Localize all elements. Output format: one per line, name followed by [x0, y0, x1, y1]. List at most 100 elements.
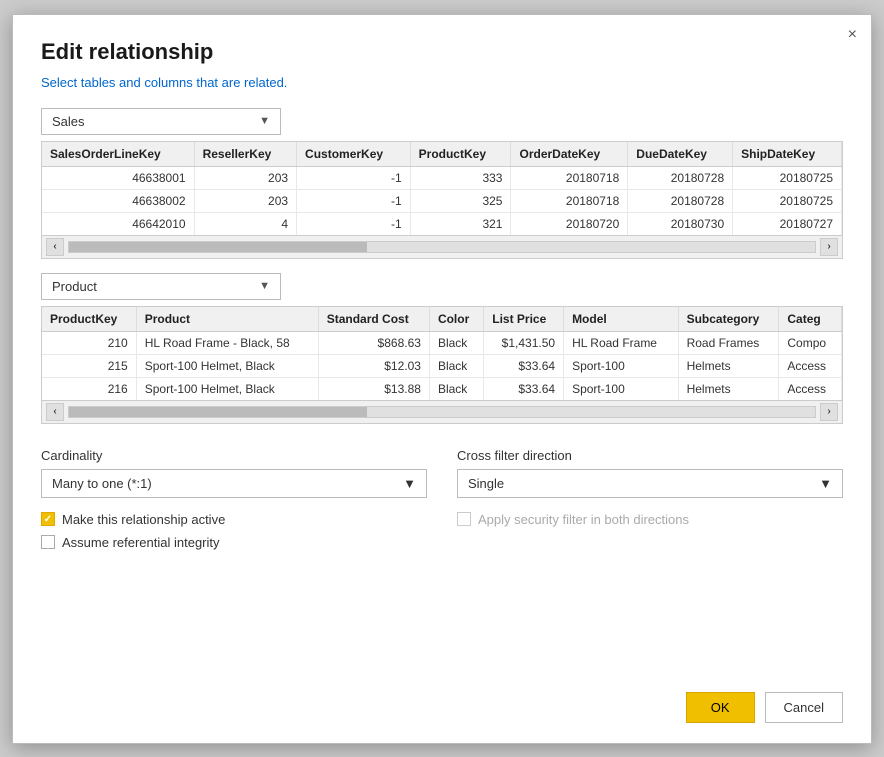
integrity-checkbox-row[interactable]: Assume referential integrity: [41, 535, 427, 550]
cell: 4: [194, 212, 296, 235]
cell: 210: [42, 331, 136, 354]
cell: 216: [42, 377, 136, 400]
table2-dropdown-value: Product: [52, 279, 97, 294]
cross-filter-value: Single: [468, 476, 504, 491]
cross-filter-group: Cross filter direction Single ▼: [457, 448, 843, 498]
table2-scroll-track[interactable]: [68, 406, 816, 418]
cell: Helmets: [678, 354, 779, 377]
table-row: 46638001 203 -1 333 20180718 20180728 20…: [42, 166, 842, 189]
cell: 20180727: [733, 212, 842, 235]
cell: $13.88: [318, 377, 429, 400]
cardinality-label: Cardinality: [41, 448, 427, 463]
table1-col-customerkey: CustomerKey: [297, 142, 411, 167]
cell: Road Frames: [678, 331, 779, 354]
cell: 46642010: [42, 212, 194, 235]
security-checkbox-label: Apply security filter in both directions: [478, 512, 689, 527]
cell: 20180728: [628, 166, 733, 189]
cardinality-dropdown[interactable]: Many to one (*:1) ▼: [41, 469, 427, 498]
table1-scroll-right[interactable]: ›: [820, 238, 838, 256]
cell: 203: [194, 189, 296, 212]
active-checkbox-row[interactable]: Make this relationship active: [41, 512, 427, 527]
cell: Helmets: [678, 377, 779, 400]
cell: 20180718: [511, 166, 628, 189]
cardinality-value: Many to one (*:1): [52, 476, 152, 491]
table2: ProductKey Product Standard Cost Color L…: [42, 307, 842, 400]
table2-col-subcategory: Subcategory: [678, 307, 779, 332]
cardinality-group: Cardinality Many to one (*:1) ▼: [41, 448, 427, 498]
active-checkbox[interactable]: [41, 512, 55, 526]
table1-scrollbar: ‹ ›: [42, 235, 842, 258]
table2-col-product: Product: [136, 307, 318, 332]
table-row: 46638002 203 -1 325 20180718 20180728 20…: [42, 189, 842, 212]
cell: Black: [429, 354, 483, 377]
cross-filter-label: Cross filter direction: [457, 448, 843, 463]
table2-col-model: Model: [564, 307, 679, 332]
table1-dropdown[interactable]: Sales ▼: [41, 108, 281, 135]
edit-relationship-dialog: × Edit relationship Select tables and co…: [12, 14, 872, 744]
table-row: 215 Sport-100 Helmet, Black $12.03 Black…: [42, 354, 842, 377]
table2-dropdown[interactable]: Product ▼: [41, 273, 281, 300]
left-checkboxes: Make this relationship active Assume ref…: [41, 512, 427, 558]
buttons-row: OK Cancel: [41, 676, 843, 723]
cell: 321: [410, 212, 511, 235]
ok-button[interactable]: OK: [686, 692, 755, 723]
cell: HL Road Frame: [564, 331, 679, 354]
table2-col-standardcost: Standard Cost: [318, 307, 429, 332]
integrity-checkbox-label: Assume referential integrity: [62, 535, 220, 550]
dialog-title: Edit relationship: [41, 39, 843, 65]
cell: Sport-100 Helmet, Black: [136, 354, 318, 377]
cell: Black: [429, 377, 483, 400]
table2-header-row: ProductKey Product Standard Cost Color L…: [42, 307, 842, 332]
table2-col-listprice: List Price: [484, 307, 564, 332]
table2-col-category: Categ: [779, 307, 842, 332]
cell: $12.03: [318, 354, 429, 377]
cell: 20180725: [733, 166, 842, 189]
table-row: 210 HL Road Frame - Black, 58 $868.63 Bl…: [42, 331, 842, 354]
dialog-subtitle: Select tables and columns that are relat…: [41, 75, 843, 90]
table1: SalesOrderLineKey ResellerKey CustomerKe…: [42, 142, 842, 235]
cell: 20180728: [628, 189, 733, 212]
table2-section: Product ▼ ProductKey Product Standard Co…: [41, 273, 843, 424]
table2-wrapper: ProductKey Product Standard Cost Color L…: [41, 306, 843, 424]
cell: 20180718: [511, 189, 628, 212]
options-row: Cardinality Many to one (*:1) ▼ Cross fi…: [41, 448, 843, 498]
table1-col-shipdatekey: ShipDateKey: [733, 142, 842, 167]
table-row: 46642010 4 -1 321 20180720 20180730 2018…: [42, 212, 842, 235]
cell: Compo: [779, 331, 842, 354]
close-button[interactable]: ×: [848, 27, 857, 43]
cancel-button[interactable]: Cancel: [765, 692, 843, 723]
table1-col-orderdatekey: OrderDateKey: [511, 142, 628, 167]
cell: HL Road Frame - Black, 58: [136, 331, 318, 354]
table2-dropdown-arrow: ▼: [259, 280, 270, 292]
integrity-checkbox[interactable]: [41, 535, 55, 549]
cell: Sport-100: [564, 354, 679, 377]
table1-scroll-thumb: [69, 242, 367, 252]
table1-col-duedatekey: DueDateKey: [628, 142, 733, 167]
cell: 20180725: [733, 189, 842, 212]
cell: 46638002: [42, 189, 194, 212]
table1-section: Sales ▼ SalesOrderLineKey ResellerKey Cu…: [41, 108, 843, 259]
cell: 203: [194, 166, 296, 189]
security-checkbox[interactable]: [457, 512, 471, 526]
table1-scroll-track[interactable]: [68, 241, 816, 253]
table2-scroll-thumb: [69, 407, 367, 417]
table2-col-productkey: ProductKey: [42, 307, 136, 332]
cell: 333: [410, 166, 511, 189]
cross-filter-dropdown[interactable]: Single ▼: [457, 469, 843, 498]
table1-col-salesorderlinekey: SalesOrderLineKey: [42, 142, 194, 167]
table1-scroll-left[interactable]: ‹: [46, 238, 64, 256]
cell: -1: [297, 166, 411, 189]
table-row: 216 Sport-100 Helmet, Black $13.88 Black…: [42, 377, 842, 400]
table2-scroll-left[interactable]: ‹: [46, 403, 64, 421]
cell: $1,431.50: [484, 331, 564, 354]
cell: $868.63: [318, 331, 429, 354]
checkboxes-section: Make this relationship active Assume ref…: [41, 512, 843, 558]
cross-filter-arrow: ▼: [819, 476, 832, 491]
cell: Access: [779, 377, 842, 400]
table2-scroll-right[interactable]: ›: [820, 403, 838, 421]
cell: 46638001: [42, 166, 194, 189]
security-checkbox-row: Apply security filter in both directions: [457, 512, 843, 527]
cell: 20180730: [628, 212, 733, 235]
cell: -1: [297, 212, 411, 235]
cell: Access: [779, 354, 842, 377]
